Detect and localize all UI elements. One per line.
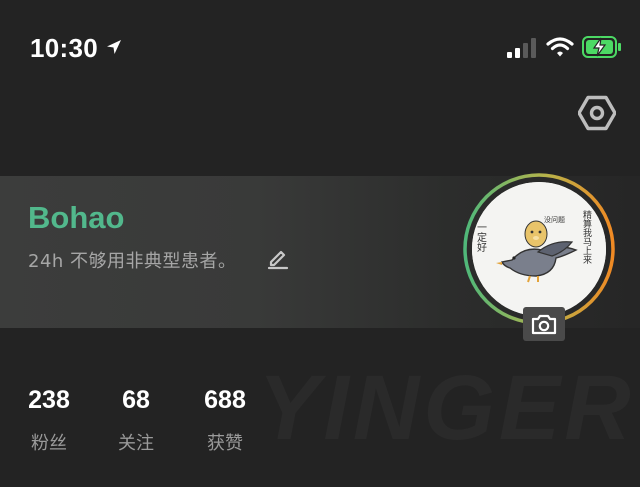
stat-followers[interactable]: 238 粉丝 [22, 386, 76, 455]
camera-icon [531, 314, 557, 335]
avatar-left-text: 一定好 [475, 222, 487, 253]
following-label: 关注 [118, 433, 154, 454]
likes-count: 688 [204, 386, 246, 414]
followers-label: 粉丝 [31, 433, 67, 454]
followers-count: 238 [28, 386, 70, 414]
location-arrow-icon [107, 40, 121, 54]
hexagon-gear-icon [578, 95, 616, 131]
avatar-right-text: 精算我马上来 [581, 209, 592, 265]
username[interactable]: Bohao [28, 200, 124, 236]
stat-following[interactable]: 68 关注 [112, 386, 160, 455]
stat-likes[interactable]: 688 获赞 [198, 386, 252, 455]
settings-button[interactable] [576, 92, 618, 134]
profile-bio[interactable]: 24h 不够用非典型患者。 [28, 247, 237, 273]
avatar-bubble-text: 没问题 [544, 215, 565, 224]
battery-charging-icon [582, 36, 621, 58]
avatar-container[interactable]: 没问题 一定好 精算我马上来 [462, 172, 616, 326]
status-bar: 10:30 [0, 0, 640, 90]
status-time: 10:30 [30, 33, 98, 63]
camera-button[interactable] [523, 307, 565, 341]
likes-label: 获赞 [207, 433, 243, 454]
signal-icon [507, 38, 536, 58]
following-count: 68 [122, 386, 150, 414]
avatar: 没问题 一定好 精算我马上来 [472, 182, 606, 316]
pencil-icon[interactable] [266, 246, 290, 270]
brand-watermark: YINGER [258, 357, 635, 459]
wifi-icon [546, 37, 574, 57]
pigeon-sticker-avatar: 没问题 一定好 精算我马上来 [472, 182, 606, 316]
